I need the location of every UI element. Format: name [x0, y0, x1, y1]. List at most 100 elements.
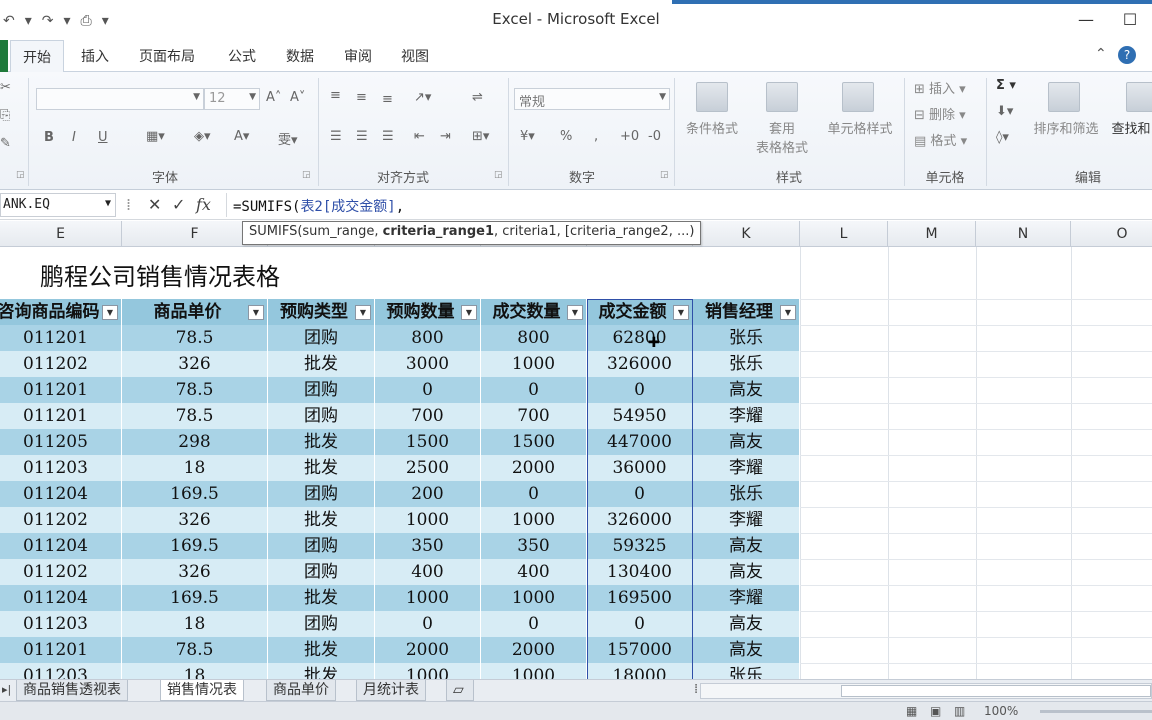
table-cell[interactable]: 011202	[0, 507, 122, 533]
autosum-button[interactable]: Σ ▾	[996, 78, 1016, 93]
fill-icon[interactable]: ⬇▾	[996, 104, 1013, 119]
table-cell[interactable]: 0	[375, 611, 481, 637]
table-cell[interactable]: 011203	[0, 611, 122, 637]
conditional-format-button[interactable]: 条件格式	[678, 120, 746, 139]
table-cell[interactable]: 326	[122, 351, 268, 377]
table-cell[interactable]: 高友	[693, 611, 800, 637]
table-cell[interactable]: 011204	[0, 481, 122, 507]
table-cell[interactable]: 高友	[693, 377, 800, 403]
table-cell[interactable]: 1000	[375, 507, 481, 533]
percent-button[interactable]: %	[560, 129, 572, 144]
tab-review[interactable]: 审阅	[344, 46, 372, 66]
table-cell[interactable]: 批发	[268, 351, 375, 377]
filter-dropdown-icon[interactable]: ▼	[355, 305, 371, 320]
currency-icon[interactable]: ¥▾	[520, 129, 535, 144]
format-painter-icon[interactable]: ✎	[0, 136, 11, 151]
tab-splitter-icon[interactable]: ⁞	[694, 682, 698, 697]
chevron-down-icon[interactable]: ▼	[105, 198, 111, 209]
increase-decimal-icon[interactable]: +0	[620, 129, 639, 144]
table-cell[interactable]: 326	[122, 507, 268, 533]
table-cell[interactable]: 0	[587, 481, 693, 507]
table-cell[interactable]: 011202	[0, 559, 122, 585]
filter-dropdown-icon[interactable]: ▼	[673, 305, 689, 320]
italic-button[interactable]: I	[72, 130, 76, 145]
scroll-thumb[interactable]	[841, 685, 1151, 697]
maximize-button[interactable]: ☐	[1108, 6, 1152, 32]
underline-button[interactable]: U	[98, 130, 108, 145]
table-cell[interactable]: 1000	[481, 663, 587, 679]
table-cell[interactable]: 011201	[0, 325, 122, 351]
table-cell[interactable]: 326000	[587, 351, 693, 377]
table-cell[interactable]: 1000	[481, 507, 587, 533]
header-product-code[interactable]: 咨询商品编码 ▼	[0, 299, 122, 325]
table-cell[interactable]: 团购	[268, 325, 375, 351]
cell-style-icon[interactable]	[842, 82, 874, 112]
collapse-ribbon-icon[interactable]: ⌃	[1095, 46, 1107, 62]
table-cell[interactable]: 326	[122, 559, 268, 585]
table-cell[interactable]: 18000	[587, 663, 693, 679]
orientation-icon[interactable]: ↗▾	[414, 90, 431, 105]
number-format-combo[interactable]: 常规 ▼	[514, 88, 670, 110]
clipboard-launcher-icon[interactable]: ◲	[16, 170, 25, 180]
sheet-tab-unit-price[interactable]: 商品单价	[266, 680, 336, 701]
table-format-button-line1[interactable]: 套用	[748, 120, 816, 139]
column-header-k[interactable]: K	[693, 221, 800, 247]
table-cell[interactable]: 78.5	[122, 377, 268, 403]
table-cell[interactable]: 62800	[587, 325, 693, 351]
table-cell[interactable]: 批发	[268, 455, 375, 481]
table-cell[interactable]: 高友	[693, 637, 800, 663]
table-cell[interactable]: 0	[587, 611, 693, 637]
table-cell[interactable]: 1000	[481, 585, 587, 611]
table-cell[interactable]: 200	[375, 481, 481, 507]
table-cell[interactable]: 李耀	[693, 455, 800, 481]
table-format-icon[interactable]	[766, 82, 798, 112]
font-name-combo[interactable]: ▼	[36, 88, 204, 110]
horizontal-scrollbar[interactable]	[700, 683, 1152, 699]
cell-style-button[interactable]: 单元格样式	[818, 120, 902, 139]
insert-function-icon[interactable]: fx	[196, 195, 211, 214]
table-cell[interactable]: 011201	[0, 403, 122, 429]
table-cell[interactable]: 36000	[587, 455, 693, 481]
wrap-text-icon[interactable]: ⇌	[472, 90, 483, 105]
formula-input[interactable]: =SUMIFS(表2[成交金额],	[226, 193, 1152, 217]
table-cell[interactable]: 59325	[587, 533, 693, 559]
table-cell[interactable]: 350	[375, 533, 481, 559]
zoom-slider[interactable]	[1040, 710, 1152, 713]
table-cell[interactable]: 130400	[587, 559, 693, 585]
filter-dropdown-icon[interactable]: ▼	[780, 305, 796, 320]
number-launcher-icon[interactable]: ◲	[660, 170, 669, 180]
table-cell[interactable]: 0	[481, 377, 587, 403]
table-cell[interactable]: 169.5	[122, 585, 268, 611]
table-cell[interactable]: 高友	[693, 559, 800, 585]
file-tab[interactable]	[0, 40, 8, 72]
decrease-decimal-icon[interactable]: -0	[648, 129, 661, 144]
table-cell[interactable]: 011204	[0, 533, 122, 559]
table-cell[interactable]: 0	[481, 611, 587, 637]
table-cell[interactable]: 批发	[268, 585, 375, 611]
table-cell[interactable]: 批发	[268, 429, 375, 455]
table-cell[interactable]: 350	[481, 533, 587, 559]
filter-dropdown-icon[interactable]: ▼	[248, 305, 264, 320]
align-right-icon[interactable]: ☰	[382, 129, 394, 144]
table-cell[interactable]: 18	[122, 455, 268, 481]
tab-data[interactable]: 数据	[286, 46, 314, 66]
column-header-o[interactable]: O	[1071, 221, 1152, 247]
sheet-nav-last-icon[interactable]: ▸|	[2, 683, 11, 696]
conditional-format-icon[interactable]	[696, 82, 728, 112]
enter-icon[interactable]: ✓	[172, 195, 185, 214]
table-cell[interactable]: 78.5	[122, 403, 268, 429]
sort-filter-button[interactable]: 排序和筛选	[1024, 120, 1108, 139]
column-header-n[interactable]: N	[976, 221, 1071, 247]
phonetic-icon[interactable]: 雯▾	[278, 129, 298, 148]
table-cell[interactable]: 张乐	[693, 351, 800, 377]
table-format-button-line2[interactable]: 表格格式	[742, 139, 822, 158]
filter-dropdown-icon[interactable]: ▼	[461, 305, 477, 320]
sheet-tab-monthly[interactable]: 月统计表	[356, 680, 426, 701]
table-cell[interactable]: 批发	[268, 637, 375, 663]
fill-color-icon[interactable]: ◈▾	[194, 129, 211, 144]
sort-filter-icon[interactable]	[1048, 82, 1080, 112]
table-cell[interactable]: 3000	[375, 351, 481, 377]
table-cell[interactable]: 团购	[268, 377, 375, 403]
table-cell[interactable]: 团购	[268, 559, 375, 585]
table-cell[interactable]: 78.5	[122, 325, 268, 351]
